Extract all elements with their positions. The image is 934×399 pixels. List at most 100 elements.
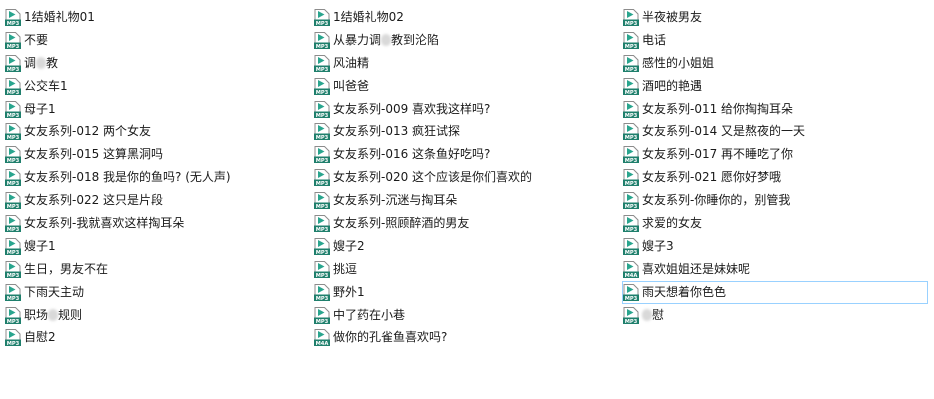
- file-name-segment: 教到沦陷: [391, 32, 440, 47]
- file-item[interactable]: MP3 雨天想着你色色: [622, 280, 928, 304]
- audio-file-icon: MP3: [5, 100, 21, 118]
- file-item[interactable]: MP3 女友系列-018 我是你的鱼吗? (无人声): [4, 166, 312, 189]
- audio-file-icon: MP3: [623, 54, 639, 72]
- file-name: 女友系列-009 喜欢我这样吗?: [333, 101, 491, 116]
- svg-text:MP3: MP3: [316, 296, 329, 301]
- file-item[interactable]: MP3 女友系列-012 两个女友: [4, 120, 312, 143]
- file-item[interactable]: MP3 女友系列-015 这算黑洞吗: [4, 143, 312, 166]
- redaction-blur: [36, 56, 47, 69]
- file-item[interactable]: MP3 女友系列-沉迷与掏耳朵: [313, 189, 621, 212]
- audio-file-icon: MP3: [5, 169, 21, 187]
- svg-text:MP3: MP3: [625, 227, 638, 232]
- svg-text:MP3: MP3: [7, 159, 20, 164]
- file-name: 女友系列-021 愿你好梦哦: [642, 170, 782, 185]
- audio-file-icon: MP3: [314, 306, 330, 324]
- file-item[interactable]: MP3 女友系列-你睡你的，别管我: [622, 189, 930, 212]
- file-item[interactable]: MP3 从暴力调 教到沦陷: [313, 29, 621, 52]
- svg-text:MP3: MP3: [7, 296, 20, 301]
- file-item[interactable]: MP3 风油精: [313, 52, 621, 75]
- audio-file-icon: M4A: [314, 329, 330, 347]
- audio-file-icon: MP3: [5, 9, 21, 26]
- file-name-segment: 慰: [652, 307, 665, 322]
- file-item[interactable]: MP3 女友系列-我就喜欢这样掏耳朵: [4, 212, 312, 235]
- file-item[interactable]: MP3 半夜被男友: [622, 6, 930, 29]
- file-name: 女友系列-020 这个应该是你们喜欢的: [333, 170, 533, 185]
- file-grid: MP3 1结婚礼物01 MP3 不要 MP3 调教 MP3 公交车1 MP3 母子1 MP3 女友系列…: [0, 6, 934, 386]
- svg-text:MP3: MP3: [625, 250, 638, 255]
- file-item[interactable]: MP3 挑逗: [313, 258, 621, 281]
- audio-file-icon: MP3: [314, 100, 330, 118]
- file-item[interactable]: MP3 生日，男友不在: [4, 258, 312, 281]
- audio-file-icon: MP3: [5, 237, 21, 255]
- file-item[interactable]: MP3 不要: [4, 29, 312, 52]
- file-item[interactable]: MP3 女友系列-009 喜欢我这样吗?: [313, 98, 621, 121]
- svg-text:MP3: MP3: [7, 44, 20, 49]
- svg-text:MP3: MP3: [316, 181, 329, 186]
- audio-file-icon: MP3: [314, 54, 330, 72]
- file-item[interactable]: MP3 女友系列-011 给你掏掏耳朵: [622, 98, 930, 121]
- file-item[interactable]: MP3 女友系列-013 疯狂试探: [313, 120, 621, 143]
- file-item[interactable]: MP3 公交车1: [4, 75, 312, 98]
- file-item[interactable]: MP3 1结婚礼物01: [4, 6, 312, 29]
- audio-file-icon: MP3: [314, 237, 330, 255]
- file-name: 女友系列-014 又是熬夜的一天: [642, 124, 806, 139]
- file-item[interactable]: MP3 下雨天主动: [4, 281, 312, 304]
- file-item[interactable]: MP3 嫂子1: [4, 235, 312, 258]
- file-item[interactable]: MP3 嫂子3: [622, 235, 930, 258]
- svg-text:MP3: MP3: [7, 136, 20, 141]
- file-name-segment: 从暴力调: [333, 32, 382, 47]
- file-item[interactable]: MP3 慰: [622, 304, 930, 327]
- file-item[interactable]: MP3 野外1: [313, 281, 621, 304]
- audio-file-icon: MP3: [314, 260, 330, 278]
- audio-file-icon: MP3: [314, 123, 330, 141]
- file-item[interactable]: MP3 女友系列-021 愿你好梦哦: [622, 166, 930, 189]
- audio-file-icon: MP3: [5, 329, 21, 347]
- audio-file-icon: MP3: [5, 31, 21, 49]
- audio-file-icon: MP3: [5, 215, 21, 233]
- file-item[interactable]: M4A 做你的孔雀鱼喜欢吗?: [313, 326, 621, 349]
- file-item[interactable]: MP3 求爱的女友: [622, 212, 930, 235]
- file-item[interactable]: MP3 嫂子2: [313, 235, 621, 258]
- svg-text:MP3: MP3: [316, 159, 329, 164]
- file-item[interactable]: MP3 女友系列-020 这个应该是你们喜欢的: [313, 166, 621, 189]
- audio-file-icon: MP3: [5, 77, 21, 95]
- file-item[interactable]: MP3 女友系列-022 这只是片段: [4, 189, 312, 212]
- file-item[interactable]: MP3 中了药在小巷: [313, 304, 621, 327]
- audio-file-icon: MP3: [623, 283, 639, 301]
- audio-file-icon: MP3: [623, 215, 639, 233]
- file-name: 职场 规则: [23, 304, 82, 326]
- svg-text:MP3: MP3: [7, 181, 20, 186]
- svg-text:MP3: MP3: [625, 181, 638, 186]
- file-column-3: MP3 半夜被男友 MP3 电话 MP3 感性的小姐姐 MP3 酒吧的艳遇 MP3 女友系列-01…: [622, 6, 930, 326]
- file-name: 女友系列-你睡你的，别管我: [642, 193, 791, 208]
- file-item[interactable]: MP3 女友系列-017 再不睡吃了你: [622, 143, 930, 166]
- file-item[interactable]: MP3 女友系列-016 这条鱼好吃吗?: [313, 143, 621, 166]
- file-item[interactable]: MP3 调教: [4, 52, 312, 75]
- file-item[interactable]: MP3 电话: [622, 29, 930, 52]
- file-item[interactable]: MP3 职场 规则: [4, 304, 312, 327]
- file-name: 嫂子3: [642, 238, 674, 253]
- svg-text:MP3: MP3: [7, 67, 20, 72]
- file-name: 女友系列-我就喜欢这样掏耳朵: [24, 216, 185, 231]
- audio-file-icon: MP3: [623, 100, 639, 118]
- file-name: 嫂子2: [333, 238, 365, 253]
- file-name: 喜欢姐姐还是妹妹呢: [642, 261, 751, 276]
- file-item[interactable]: M4A 喜欢姐姐还是妹妹呢: [622, 258, 930, 281]
- file-column-2: MP3 1结婚礼物02 MP3 从暴力调 教到沦陷 MP3 风油精 MP3 叫爸爸 MP3 女友系列…: [313, 6, 621, 349]
- file-item[interactable]: MP3 叫爸爸: [313, 75, 621, 98]
- file-name: 从暴力调 教到沦陷: [332, 29, 439, 51]
- file-item[interactable]: MP3 1结婚礼物02: [313, 6, 621, 29]
- svg-text:M4A: M4A: [625, 273, 638, 278]
- file-name: 电话: [642, 32, 667, 47]
- audio-file-icon: MP3: [314, 146, 330, 164]
- file-item[interactable]: MP3 酒吧的艳遇: [622, 75, 930, 98]
- file-item[interactable]: MP3 母子1: [4, 98, 312, 121]
- file-name: 叫爸爸: [333, 78, 370, 93]
- svg-text:MP3: MP3: [316, 273, 329, 278]
- file-item[interactable]: MP3 感性的小姐姐: [622, 52, 930, 75]
- file-item[interactable]: MP3 自慰2: [4, 326, 312, 349]
- file-item[interactable]: MP3 女友系列-014 又是熬夜的一天: [622, 120, 930, 143]
- svg-text:MP3: MP3: [625, 90, 638, 95]
- file-item[interactable]: MP3 女友系列-照顾醉酒的男友: [313, 212, 621, 235]
- file-name: 半夜被男友: [642, 10, 703, 24]
